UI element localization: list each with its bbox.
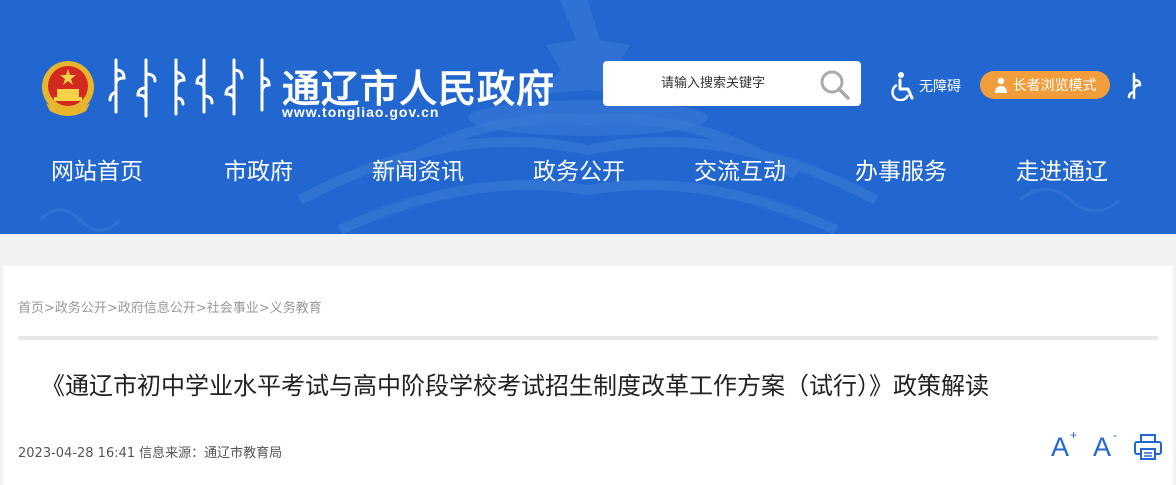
breadcrumb-item-government-info[interactable]: 政府信息公开 xyxy=(118,301,196,316)
mongolian-title-logo xyxy=(108,58,271,118)
breadcrumb: 首页>政务公开>政府信息公开>社会事业>义务教育 xyxy=(18,297,322,316)
site-url: www.tongliao.gov.cn xyxy=(282,104,440,120)
article-container: 首页>政务公开>政府信息公开>社会事业>义务教育 《通辽市初中学业水平考试与高中… xyxy=(3,266,1173,485)
breadcrumb-item-home[interactable]: 首页 xyxy=(18,301,44,316)
font-decrease-mark: - xyxy=(1113,427,1118,442)
breadcrumb-item-compulsory-education[interactable]: 义务教育 xyxy=(270,301,322,316)
search-box xyxy=(603,61,861,106)
nav-item-interaction[interactable]: 交流互动 xyxy=(694,152,786,186)
font-decrease-button[interactable]: A- xyxy=(1093,428,1117,463)
search-icon[interactable] xyxy=(817,67,853,101)
source-label: 信息来源： xyxy=(139,446,205,461)
mongolian-script-icon[interactable] xyxy=(1126,72,1142,100)
breadcrumb-item-open-government[interactable]: 政务公开 xyxy=(55,301,107,316)
elder-mode-button[interactable]: 长者浏览模式 xyxy=(980,71,1110,99)
elder-person-icon xyxy=(994,77,1007,93)
font-increase-letter: A xyxy=(1051,431,1070,462)
publish-date: 2023-04-28 16:41 xyxy=(18,446,136,461)
nav-item-services[interactable]: 办事服务 xyxy=(855,152,947,186)
breadcrumb-item-social-affairs[interactable]: 社会事业 xyxy=(207,301,259,316)
nav-item-about-tongliao[interactable]: 走进通辽 xyxy=(1016,152,1108,186)
search-input[interactable] xyxy=(611,65,815,102)
nav-item-open-government[interactable]: 政务公开 xyxy=(533,152,625,186)
source-value: 通辽市教育局 xyxy=(204,446,283,461)
breadcrumb-separator: > xyxy=(44,301,55,316)
breadcrumb-separator: > xyxy=(258,301,270,316)
article-tools: A + A- xyxy=(1051,428,1163,464)
breadcrumb-separator: > xyxy=(195,301,207,316)
main-nav: 网站首页 市政府 新闻资讯 政务公开 交流互动 办事服务 走进通辽 xyxy=(0,152,1176,192)
breadcrumb-separator: > xyxy=(106,301,118,316)
nav-item-news[interactable]: 新闻资讯 xyxy=(372,152,464,186)
article-title: 《通辽市初中学业水平考试与高中阶段学校考试招生制度改革工作方案（试行）》政策解读 xyxy=(41,372,989,400)
font-increase-mark: + xyxy=(1070,427,1078,442)
accessibility-button[interactable]: 无障碍 xyxy=(891,71,961,101)
print-icon[interactable] xyxy=(1133,433,1163,461)
elder-mode-label: 长者浏览模式 xyxy=(1012,78,1097,94)
font-decrease-letter: A xyxy=(1093,431,1112,462)
divider xyxy=(18,336,1158,340)
article-meta: 2023-04-28 16:41 信息来源：通辽市教育局 xyxy=(18,442,286,461)
nav-item-home[interactable]: 网站首页 xyxy=(51,152,143,186)
national-emblem-icon[interactable] xyxy=(40,59,96,117)
nav-item-city-government[interactable]: 市政府 xyxy=(224,152,293,186)
site-header: 通辽市人民政府 www.tongliao.gov.cn 无障碍 长者浏览模式 网… xyxy=(0,0,1176,234)
accessibility-label: 无障碍 xyxy=(919,79,961,95)
font-increase-button[interactable]: A + xyxy=(1051,428,1077,463)
wheelchair-icon xyxy=(891,72,914,101)
